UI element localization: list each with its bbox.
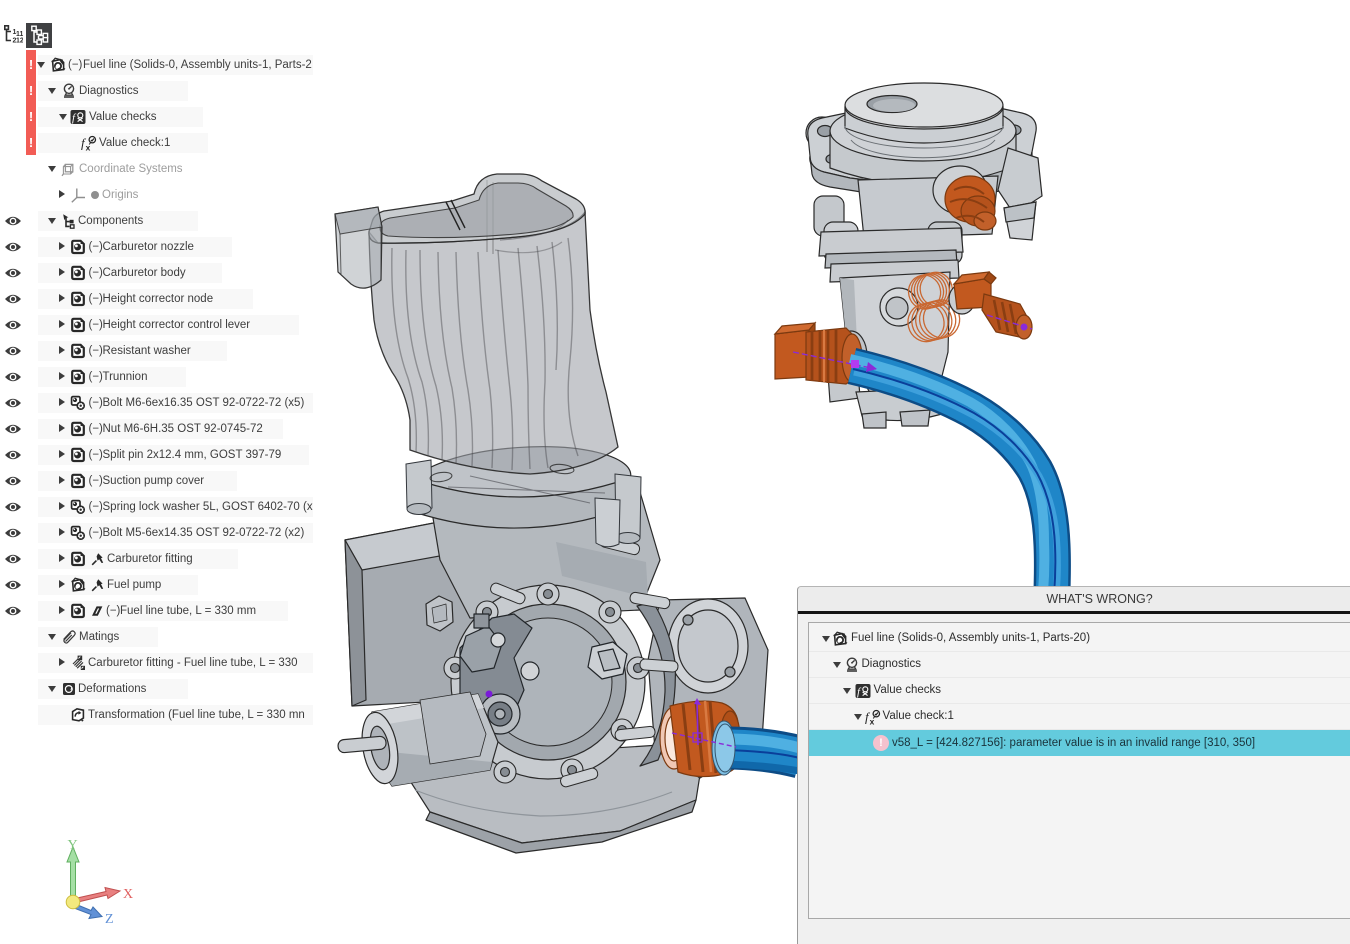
svg-text:X: X — [123, 887, 133, 902]
svg-text:Z: Z — [105, 912, 114, 927]
svg-text:Y: Y — [68, 838, 78, 853]
svg-text:12: 12 — [16, 38, 23, 44]
